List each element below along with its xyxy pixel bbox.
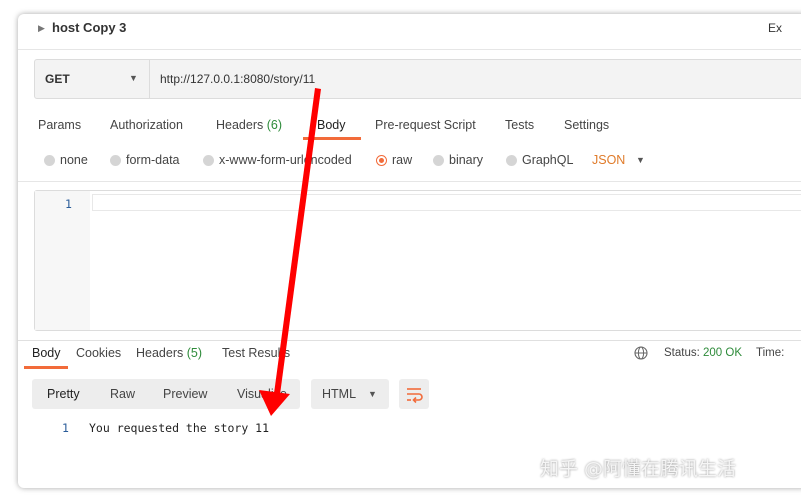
radio-raw[interactable] xyxy=(376,155,387,166)
editor-current-line[interactable] xyxy=(92,194,801,211)
response-tab-test-results[interactable]: Test Results xyxy=(222,346,290,360)
divider xyxy=(18,181,801,182)
tab-params[interactable]: Params xyxy=(38,118,81,132)
response-format-select[interactable]: HTML ▼ xyxy=(311,379,389,409)
view-raw[interactable]: Raw xyxy=(110,387,135,401)
radio-form-data-label[interactable]: form-data xyxy=(126,153,180,167)
url-input[interactable]: http://127.0.0.1:8080/story/11 xyxy=(160,72,315,86)
radio-binary-label[interactable]: binary xyxy=(449,153,483,167)
watermark: 知乎 @阿懂在腾讯生活 xyxy=(540,458,737,480)
tab-body[interactable]: Body xyxy=(317,118,346,132)
tab-prerequest-script[interactable]: Pre-request Script xyxy=(375,118,476,132)
view-visualize[interactable]: Visualize xyxy=(237,387,287,401)
active-response-tab-indicator xyxy=(24,366,68,369)
response-format-label: HTML xyxy=(322,387,357,401)
body-type-options: none form-data x-www-form-urlencoded raw… xyxy=(18,151,801,173)
line-number: 1 xyxy=(65,197,72,211)
globe-icon[interactable] xyxy=(634,346,648,360)
response-tab-body[interactable]: Body xyxy=(32,346,61,360)
chevron-down-icon[interactable]: ▼ xyxy=(636,155,645,165)
divider xyxy=(18,340,801,341)
postman-window: ▶ host Copy 3 Ex GET ▼ http://127.0.0.1:… xyxy=(18,14,801,488)
response-headers-count: (5) xyxy=(186,346,203,360)
status-label: Status: xyxy=(664,347,700,359)
view-pretty[interactable]: Pretty xyxy=(47,387,80,401)
radio-none-label[interactable]: none xyxy=(60,153,88,167)
response-body-text: You requested the story 11 xyxy=(89,421,270,435)
response-line-number: 1 xyxy=(62,421,69,435)
body-editor[interactable]: 1 xyxy=(34,190,801,331)
headers-count: (6) xyxy=(266,118,283,132)
radio-raw-label[interactable]: raw xyxy=(392,153,412,167)
radio-urlencoded[interactable] xyxy=(203,155,214,166)
chevron-down-icon: ▼ xyxy=(129,73,138,83)
status-value[interactable]: 200 OK xyxy=(703,347,742,359)
examples-link[interactable]: Ex xyxy=(768,21,782,35)
response-body-line: 1 You requested the story 11 xyxy=(18,419,801,441)
raw-format-select[interactable]: JSON xyxy=(592,153,625,167)
wrap-lines-icon xyxy=(407,388,423,404)
chevron-down-icon: ▼ xyxy=(368,389,377,399)
response-time-label[interactable]: Time: xyxy=(756,347,784,359)
request-tabs: Params Authorization Headers (6) Body Pr… xyxy=(18,114,801,144)
method-select[interactable]: GET ▼ xyxy=(35,60,150,98)
tab-authorization[interactable]: Authorization xyxy=(110,118,183,132)
tab-headers[interactable]: Headers (6) xyxy=(216,118,282,132)
response-tab-headers[interactable]: Headers (5) xyxy=(136,346,202,360)
active-tab-indicator xyxy=(303,137,361,140)
collapse-caret-icon[interactable]: ▶ xyxy=(38,23,45,34)
divider xyxy=(18,49,801,50)
radio-urlencoded-label[interactable]: x-www-form-urlencoded xyxy=(219,153,352,167)
editor-gutter: 1 xyxy=(35,191,90,330)
radio-form-data[interactable] xyxy=(110,155,121,166)
tab-settings[interactable]: Settings xyxy=(564,118,609,132)
view-preview[interactable]: Preview xyxy=(163,387,207,401)
radio-graphql-label[interactable]: GraphQL xyxy=(522,153,573,167)
wrap-lines-button[interactable] xyxy=(399,379,429,409)
request-title[interactable]: host Copy 3 xyxy=(52,20,126,35)
radio-none[interactable] xyxy=(44,155,55,166)
radio-graphql[interactable] xyxy=(506,155,517,166)
request-title-bar: ▶ host Copy 3 Ex xyxy=(18,14,801,44)
response-tab-cookies[interactable]: Cookies xyxy=(76,346,121,360)
response-status: Status: 200 OK xyxy=(664,347,742,359)
method-label: GET xyxy=(45,72,70,86)
radio-binary[interactable] xyxy=(433,155,444,166)
response-tab-headers-label: Headers xyxy=(136,346,184,360)
response-view-modes: Pretty Raw Preview Visualize xyxy=(32,379,300,409)
tab-tests[interactable]: Tests xyxy=(505,118,534,132)
request-url-bar: GET ▼ http://127.0.0.1:8080/story/11 xyxy=(34,59,801,99)
tab-headers-label: Headers xyxy=(216,118,264,132)
